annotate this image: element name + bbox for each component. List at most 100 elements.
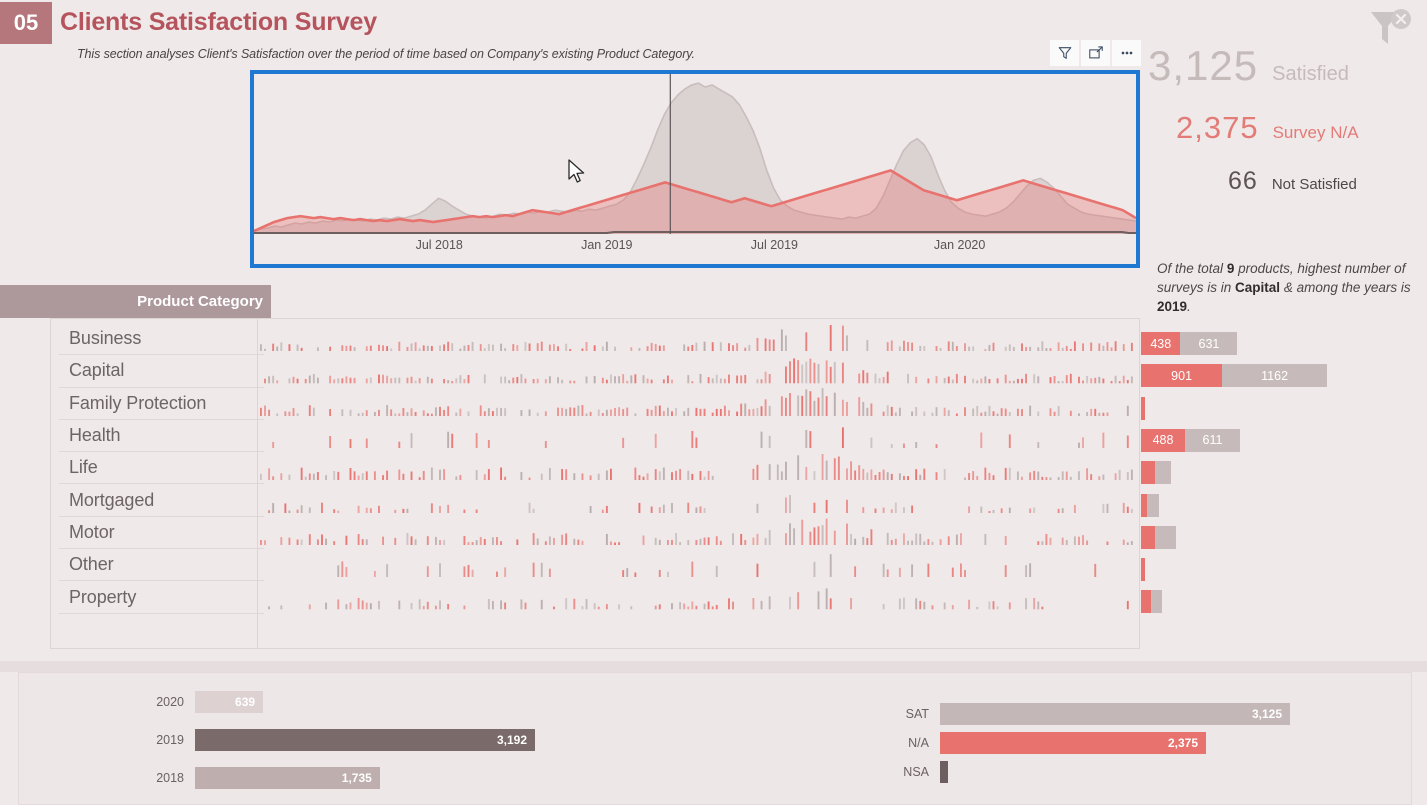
visual-header-toolbar (1050, 40, 1141, 66)
segment-satisfied[interactable] (1155, 525, 1176, 549)
category-item-life[interactable]: Life (59, 452, 264, 485)
sparkline-row-life (260, 448, 1135, 481)
product-category-header: Product Category (0, 285, 271, 318)
bar-fill[interactable]: 639 (195, 691, 264, 713)
section-number-badge: 05 (0, 2, 52, 44)
category-total-row-life[interactable] (1141, 461, 1171, 485)
focus-mode-button[interactable] (1081, 40, 1110, 66)
more-options-button[interactable] (1112, 40, 1141, 66)
bar-row-2018[interactable]: 2018 1,735 (149, 767, 535, 789)
sparkline-row-other (260, 545, 1135, 578)
sparkline-row-property (260, 577, 1135, 610)
bar-track: 1,735 (195, 767, 535, 789)
category-item-capital[interactable]: Capital (59, 355, 264, 388)
mouse-cursor (567, 159, 587, 185)
segment-survey-na[interactable] (1141, 396, 1145, 420)
timeline-tick-2: Jul 2019 (750, 238, 799, 252)
annotation-part-4: . (1187, 299, 1191, 314)
bar-fill[interactable]: 1,735 (195, 767, 380, 789)
page-title: Clients Satisfaction Survey (60, 8, 377, 36)
sparkline-row-capital (260, 351, 1135, 384)
category-sparkline-area (257, 319, 1139, 648)
bar-category-label: 2018 (156, 771, 184, 785)
segment-survey-na[interactable] (1141, 558, 1145, 582)
sparkline-row-mortgaged (260, 481, 1135, 513)
clear-filter-icon[interactable] (1357, 2, 1419, 54)
segment-satisfied[interactable]: 611 (1184, 428, 1241, 452)
sparkline-svg (264, 358, 1133, 384)
timeline-svg (254, 74, 1136, 234)
sparkline-svg (260, 518, 1133, 546)
segment-satisfied[interactable] (1154, 461, 1171, 485)
kpi-satisfied-value: 3,125 (1148, 42, 1259, 89)
more-options-icon (1119, 45, 1135, 61)
category-item-mortgaged[interactable]: Mortgaged (59, 484, 264, 517)
category-item-property[interactable]: Property (59, 581, 264, 614)
bar-track: 3,125 (940, 703, 1290, 725)
segment-survey-na[interactable]: 901 (1141, 364, 1223, 388)
category-item-family-protection[interactable]: Family Protection (59, 388, 264, 420)
panel-divider (0, 661, 1427, 672)
bar-track: 639 (195, 691, 535, 713)
sparkline-svg (260, 387, 1129, 416)
annotation-part-3: & among the years is (1283, 280, 1411, 295)
category-total-row-mortgaged[interactable] (1141, 493, 1160, 517)
category-item-health[interactable]: Health (59, 420, 264, 453)
bar-fill[interactable]: 3,192 (195, 729, 535, 751)
bar-track: 2,375 (940, 732, 1290, 754)
segment-survey-na[interactable] (1141, 590, 1151, 614)
category-item-other[interactable]: Other (59, 549, 264, 582)
sparkline-svg (260, 324, 1133, 352)
category-total-row-other[interactable] (1141, 558, 1145, 582)
sparkline-svg (260, 454, 1133, 481)
kpi-satisfied: 3,125 Satisfied (1148, 42, 1349, 90)
segment-satisfied[interactable] (1150, 590, 1162, 614)
segment-survey-na[interactable] (1141, 461, 1155, 485)
segment-survey-na[interactable]: 488 (1141, 428, 1185, 452)
bar-fill[interactable]: 3,125 (940, 703, 1290, 725)
category-total-row-health[interactable]: 488 611 (1141, 428, 1241, 452)
kpi-satisfied-label: Satisfied (1272, 63, 1349, 85)
focus-mode-icon (1088, 45, 1104, 61)
annotation-top-year: 2019 (1157, 299, 1188, 314)
sparkline-svg (337, 554, 1097, 578)
category-total-row-motor[interactable] (1141, 525, 1176, 549)
bar-row-n-a[interactable]: N/A 2,375 (894, 732, 1290, 754)
bar-fill[interactable]: 2,375 (940, 732, 1206, 754)
bar-row-2019[interactable]: 2019 3,192 (149, 729, 535, 751)
category-total-row-business[interactable]: 438 631 (1141, 332, 1238, 355)
sparkline-row-health (260, 416, 1135, 449)
timeline-tick-0: Jul 2018 (415, 238, 463, 252)
category-item-business[interactable]: Business (59, 323, 264, 356)
category-total-row-family-protection[interactable] (1141, 396, 1145, 420)
sparkline-row-motor (260, 513, 1135, 546)
bar-row-sat[interactable]: SAT 3,125 (894, 703, 1290, 725)
bar-track (940, 761, 1290, 783)
segment-survey-na[interactable]: 438 (1141, 332, 1181, 355)
annotation-product-count: 9 (1226, 261, 1235, 276)
segment-satisfied[interactable] (1147, 493, 1160, 517)
bar-row-nsa[interactable]: NSA (894, 761, 1290, 783)
segment-satisfied[interactable]: 1162 (1222, 364, 1327, 388)
sparkline-svg (268, 494, 1133, 513)
product-category-list[interactable]: Business Capital Family Protection Health Li… (59, 323, 264, 614)
product-category-matrix: Business Capital Family Protection Health Li… (50, 318, 1140, 649)
annotation-part-1: Of the total (1157, 261, 1224, 276)
category-total-row-capital[interactable]: 901 1162 (1141, 364, 1327, 388)
category-total-row-property[interactable] (1141, 590, 1162, 614)
segment-satisfied[interactable]: 631 (1180, 332, 1238, 355)
category-totals-bars: 438 631 901 1162 488 611 (1141, 318, 1427, 649)
timeline-tick-1: Jan 2019 (581, 238, 633, 252)
bar-row-2020[interactable]: 2020 639 (149, 691, 535, 713)
bar-fill[interactable] (940, 761, 948, 783)
timeline-plot-area[interactable] (254, 74, 1136, 234)
bar-category-label: SAT (905, 707, 929, 721)
satisfaction-timeline-chart[interactable]: Jul 2018 Jan 2019 Jul 2019 Jan 2020 (250, 70, 1140, 268)
segment-survey-na[interactable] (1141, 525, 1156, 549)
filter-button[interactable] (1050, 40, 1079, 66)
category-item-motor[interactable]: Motor (59, 517, 264, 550)
filter-icon (1057, 45, 1073, 61)
sparkline-row-business (260, 319, 1135, 352)
kpi-survey-na-value: 2,375 (1176, 110, 1259, 145)
bar-track: 3,192 (195, 729, 535, 751)
